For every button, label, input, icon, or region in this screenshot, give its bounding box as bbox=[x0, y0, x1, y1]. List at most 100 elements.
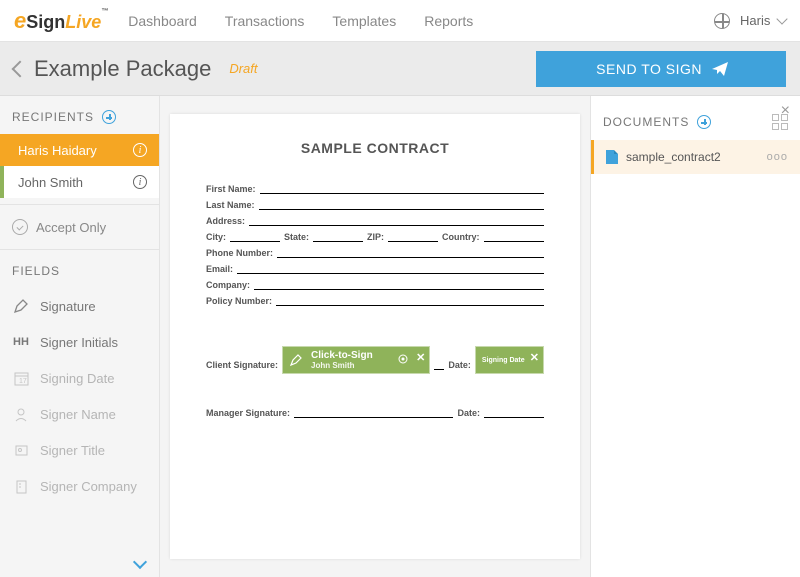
form-line bbox=[484, 232, 544, 242]
documents-header: DOCUMENTS bbox=[591, 104, 800, 140]
initials-icon: HH bbox=[12, 333, 30, 351]
title-bar: Example Package Draft SEND TO SIGN bbox=[0, 42, 800, 96]
document-canvas[interactable]: SAMPLE CONTRACT First Name: Last Name: A… bbox=[160, 96, 590, 577]
field-signing-date[interactable]: 17 Signing Date bbox=[0, 360, 159, 396]
field-label: Signer Name bbox=[40, 407, 116, 422]
fields-header-label: FIELDS bbox=[12, 264, 60, 278]
nav-right: Haris bbox=[714, 13, 786, 29]
label-state: State: bbox=[284, 232, 309, 242]
field-signer-company[interactable]: Signer Company bbox=[0, 468, 159, 504]
label-first-name: First Name: bbox=[206, 184, 256, 194]
label-address: Address: bbox=[206, 216, 245, 226]
label-policy: Policy Number: bbox=[206, 296, 272, 306]
field-label: Signer Title bbox=[40, 443, 105, 458]
label-date: Date: bbox=[448, 360, 471, 370]
paperplane-icon bbox=[712, 62, 726, 76]
info-icon[interactable]: i bbox=[133, 175, 147, 189]
recipient-name-label: Haris Haidary bbox=[18, 143, 97, 158]
label-phone: Phone Number: bbox=[206, 248, 273, 258]
form-line bbox=[254, 280, 544, 290]
label-country: Country: bbox=[442, 232, 480, 242]
label-client-signature: Client Signature: bbox=[206, 360, 278, 370]
field-signer-title[interactable]: Signer Title bbox=[0, 432, 159, 468]
logo[interactable]: eSignLive™ bbox=[14, 8, 108, 34]
form-line bbox=[388, 232, 438, 242]
pen-icon bbox=[12, 297, 30, 315]
check-circle-icon bbox=[12, 219, 28, 235]
form-line bbox=[276, 296, 544, 306]
recipients-header-label: RECIPIENTS bbox=[12, 110, 94, 124]
pen-icon bbox=[289, 353, 303, 370]
left-sidebar: RECIPIENTS Haris Haidary i John Smith i … bbox=[0, 96, 160, 577]
field-label: Signing Date bbox=[40, 371, 114, 386]
recipient-item[interactable]: Haris Haidary i bbox=[0, 134, 159, 166]
nav-templates[interactable]: Templates bbox=[332, 13, 396, 29]
close-icon[interactable]: ✕ bbox=[530, 351, 539, 364]
form-line bbox=[237, 264, 544, 274]
more-options-icon[interactable]: ooo bbox=[767, 151, 788, 163]
form-line bbox=[260, 184, 544, 194]
label-city: City: bbox=[206, 232, 226, 242]
gear-icon[interactable] bbox=[397, 353, 409, 368]
user-menu[interactable]: Haris bbox=[740, 13, 786, 28]
send-label: SEND TO SIGN bbox=[596, 61, 702, 77]
form-line bbox=[230, 232, 280, 242]
username-label: Haris bbox=[740, 13, 770, 28]
chevron-down-icon[interactable] bbox=[133, 555, 147, 569]
nav-dashboard[interactable]: Dashboard bbox=[128, 13, 197, 29]
recipient-color-indicator bbox=[0, 166, 4, 198]
recipient-item[interactable]: John Smith i bbox=[0, 166, 159, 198]
form-line bbox=[259, 200, 544, 210]
signature-sub-label: John Smith bbox=[311, 361, 373, 370]
svg-text:17: 17 bbox=[19, 378, 27, 385]
field-label: Signer Company bbox=[40, 479, 137, 494]
signing-date-field[interactable]: Signing Date ✕ bbox=[475, 346, 544, 374]
send-to-sign-button[interactable]: SEND TO SIGN bbox=[536, 51, 786, 87]
accept-only-label: Accept Only bbox=[36, 220, 106, 235]
document-name-label: sample_contract2 bbox=[626, 150, 721, 164]
main-layout: RECIPIENTS Haris Haidary i John Smith i … bbox=[0, 96, 800, 577]
add-recipient-icon[interactable] bbox=[102, 110, 116, 124]
label-manager-signature: Manager Signature: bbox=[206, 408, 290, 418]
document-icon bbox=[606, 150, 618, 164]
nav-transactions[interactable]: Transactions bbox=[225, 13, 305, 29]
form-line bbox=[277, 248, 544, 258]
form-line bbox=[434, 360, 444, 370]
form-line bbox=[249, 216, 544, 226]
package-title: Example Package bbox=[34, 56, 211, 82]
nav-reports[interactable]: Reports bbox=[424, 13, 473, 29]
label-last-name: Last Name: bbox=[206, 200, 255, 210]
person-icon bbox=[12, 405, 30, 423]
globe-icon[interactable] bbox=[714, 13, 730, 29]
back-icon[interactable] bbox=[12, 60, 29, 77]
badge-icon bbox=[12, 441, 30, 459]
add-document-icon[interactable] bbox=[697, 115, 711, 129]
signature-main-label: Click-to-Sign bbox=[311, 350, 373, 361]
recipients-header: RECIPIENTS bbox=[0, 96, 159, 134]
calendar-icon: 17 bbox=[12, 369, 30, 387]
label-email: Email: bbox=[206, 264, 233, 274]
label-date: Date: bbox=[457, 408, 480, 418]
chevron-down-icon bbox=[776, 13, 787, 24]
field-signer-name[interactable]: Signer Name bbox=[0, 396, 159, 432]
documents-panel: × DOCUMENTS sample_contract2 ooo bbox=[590, 96, 800, 577]
field-signature[interactable]: Signature bbox=[0, 288, 159, 324]
document-list-item[interactable]: sample_contract2 ooo bbox=[591, 140, 800, 174]
close-icon[interactable]: ✕ bbox=[416, 351, 425, 364]
field-label: Signer Initials bbox=[40, 335, 118, 350]
signature-field[interactable]: Click-to-Sign John Smith ✕ bbox=[282, 346, 430, 374]
status-badge: Draft bbox=[229, 61, 257, 76]
document-page[interactable]: SAMPLE CONTRACT First Name: Last Name: A… bbox=[170, 114, 580, 559]
nav-links: Dashboard Transactions Templates Reports bbox=[128, 13, 473, 29]
info-icon[interactable]: i bbox=[133, 143, 147, 157]
label-company: Company: bbox=[206, 280, 250, 290]
recipient-color-indicator bbox=[0, 134, 4, 166]
document-title: SAMPLE CONTRACT bbox=[206, 140, 544, 156]
accept-only-toggle[interactable]: Accept Only bbox=[0, 204, 159, 250]
signing-date-label: Signing Date bbox=[482, 357, 525, 364]
field-initials[interactable]: HH Signer Initials bbox=[0, 324, 159, 360]
recipient-name-label: John Smith bbox=[18, 175, 83, 190]
form-line bbox=[294, 408, 453, 418]
top-nav: eSignLive™ Dashboard Transactions Templa… bbox=[0, 0, 800, 42]
close-icon[interactable]: × bbox=[781, 102, 790, 120]
